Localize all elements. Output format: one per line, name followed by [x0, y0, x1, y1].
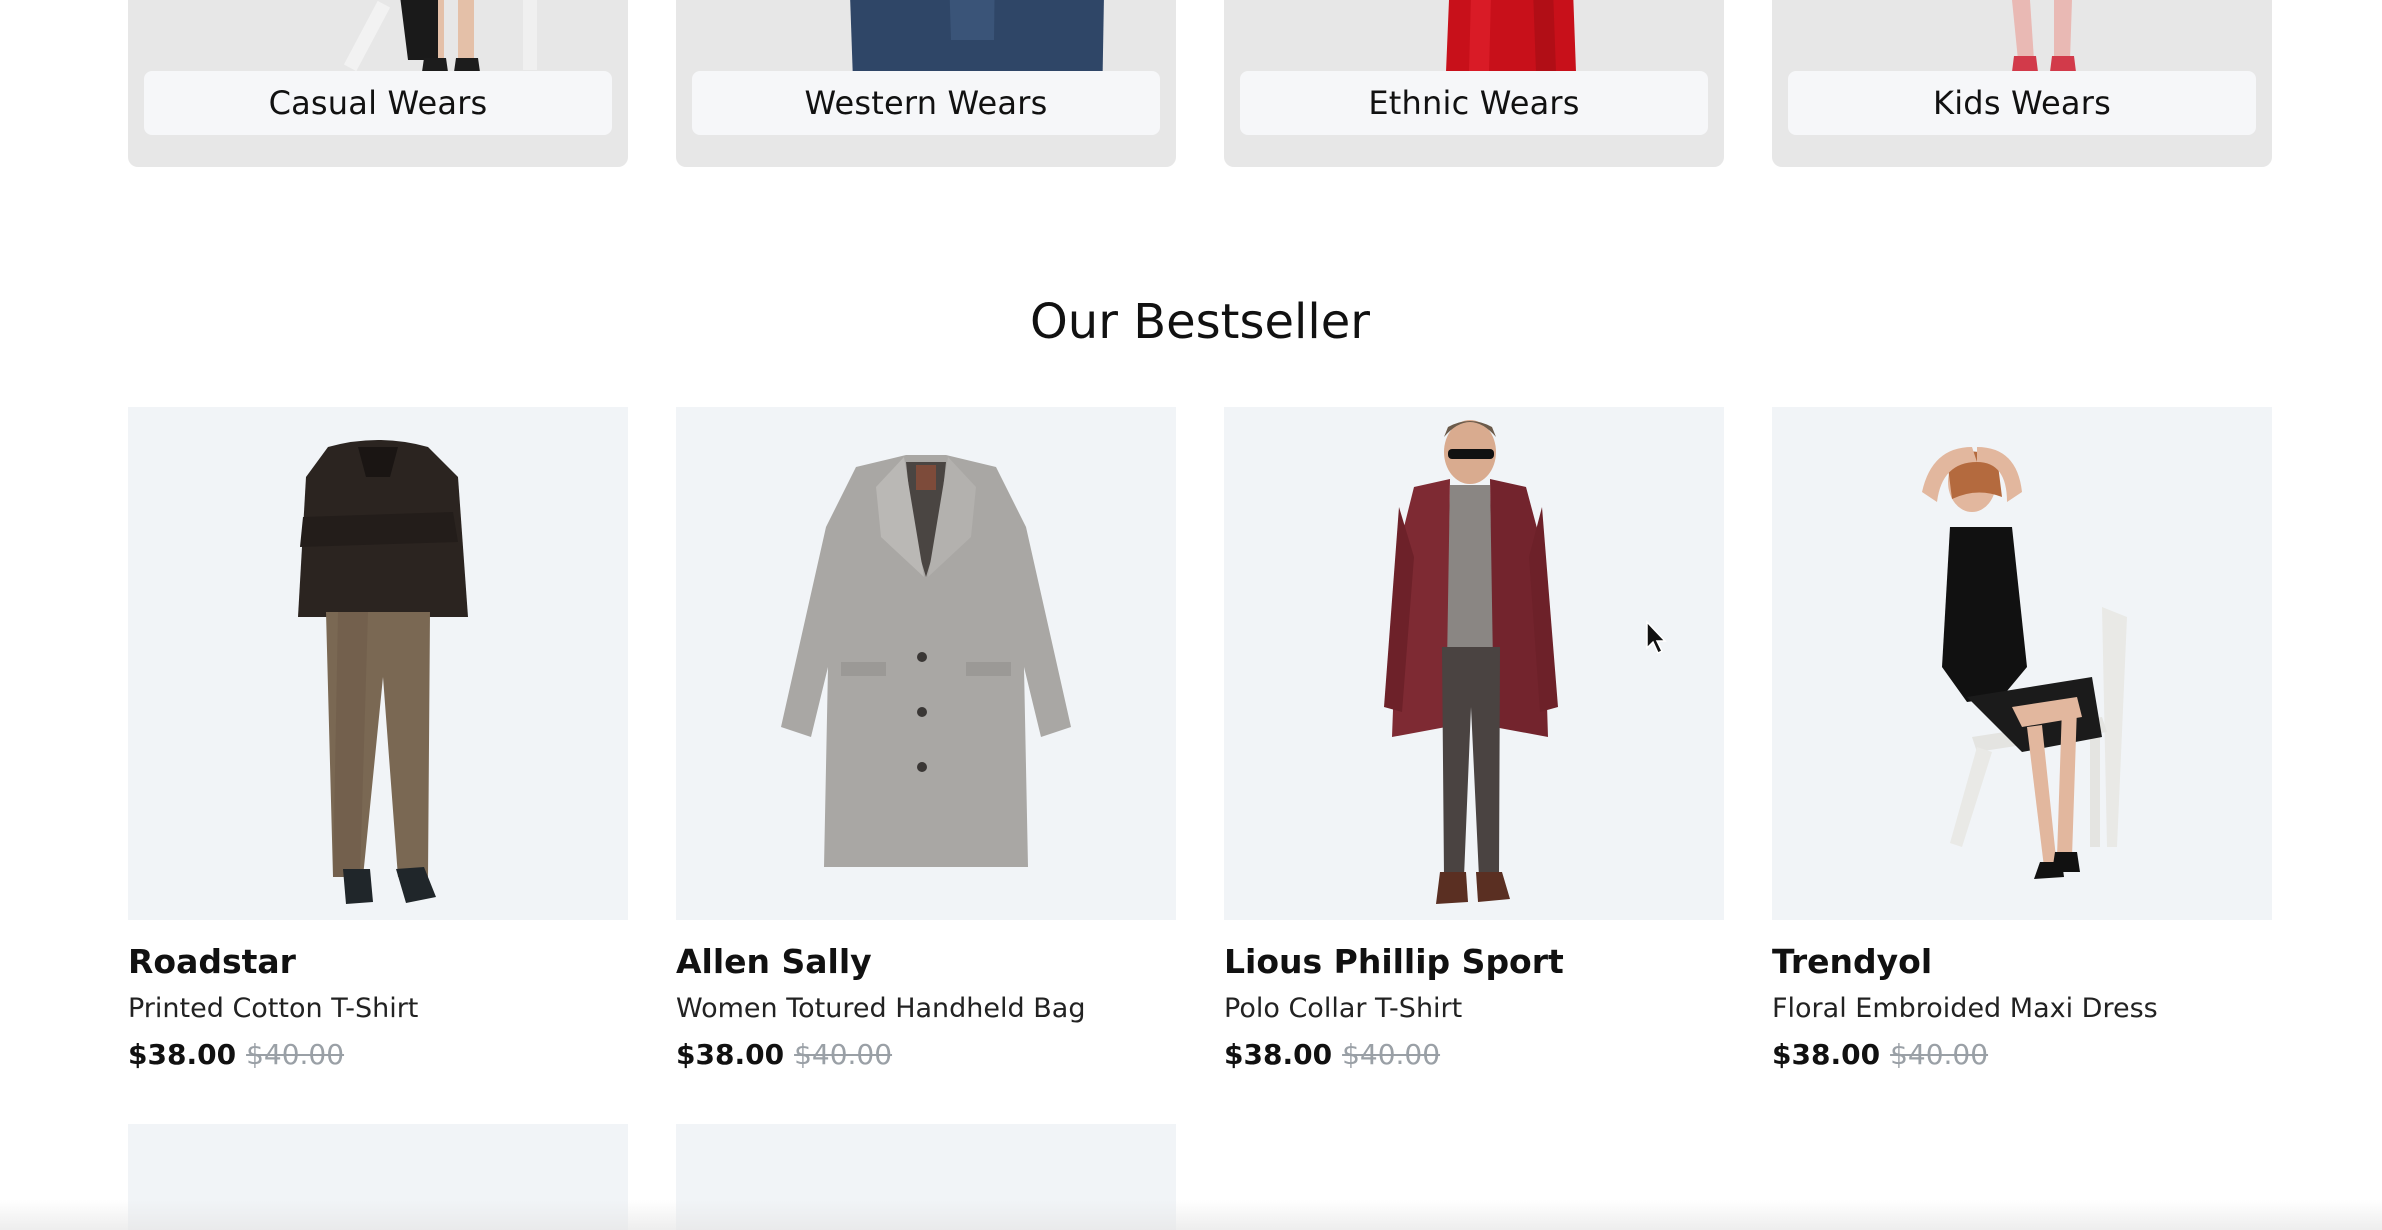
- product-brand[interactable]: Trendyol: [1772, 942, 1932, 981]
- product-card-next-row[interactable]: [128, 1124, 628, 1230]
- product-card-allen-sally[interactable]: Allen Sally Women Totured Handheld Bag $…: [676, 407, 1176, 1071]
- product-image[interactable]: [1224, 407, 1724, 920]
- product-image[interactable]: [1772, 407, 2272, 920]
- product-price: $38.00 $40.00: [128, 1038, 344, 1071]
- product-card-roadstar[interactable]: Roadstar Printed Cotton T-Shirt $38.00 $4…: [128, 407, 628, 1071]
- price-current: $38.00: [1772, 1038, 1881, 1071]
- product-card-lious-phillip-sport[interactable]: Lious Phillip Sport Polo Collar T-Shirt …: [1224, 407, 1724, 1071]
- category-image-kids: [1772, 0, 2272, 72]
- price-current: $38.00: [1224, 1038, 1333, 1071]
- price-current: $38.00: [676, 1038, 785, 1071]
- product-name[interactable]: Floral Embroided Maxi Dress: [1772, 993, 2158, 1024]
- category-card-western[interactable]: Western Wears: [676, 0, 1176, 167]
- category-image-casual: [128, 0, 628, 72]
- product-image[interactable]: [128, 407, 628, 920]
- product-card-trendyol[interactable]: Trendyol Floral Embroided Maxi Dress $38…: [1772, 407, 2272, 1071]
- category-label[interactable]: Casual Wears: [144, 71, 612, 135]
- price-current: $38.00: [128, 1038, 237, 1071]
- product-brand[interactable]: Allen Sally: [676, 942, 872, 981]
- product-name[interactable]: Printed Cotton T-Shirt: [128, 993, 418, 1024]
- category-card-ethnic[interactable]: Ethnic Wears: [1224, 0, 1724, 167]
- product-image[interactable]: [676, 407, 1176, 920]
- category-card-kids[interactable]: Kids Wears: [1772, 0, 2272, 167]
- section-title: Our Bestseller: [1030, 294, 1370, 350]
- mouse-cursor-icon: [1646, 620, 1667, 655]
- page: Casual Wears Western Wears Ethnic Wears: [0, 0, 2382, 1230]
- product-name[interactable]: Women Totured Handheld Bag: [676, 993, 1085, 1024]
- price-old: $40.00: [1342, 1038, 1441, 1071]
- category-label[interactable]: Ethnic Wears: [1240, 71, 1708, 135]
- category-label[interactable]: Kids Wears: [1788, 71, 2256, 135]
- category-card-casual[interactable]: Casual Wears: [128, 0, 628, 167]
- product-price: $38.00 $40.00: [676, 1038, 892, 1071]
- category-label[interactable]: Western Wears: [692, 71, 1160, 135]
- product-price: $38.00 $40.00: [1772, 1038, 1988, 1071]
- category-image-western: [676, 0, 1176, 72]
- price-old: $40.00: [246, 1038, 345, 1071]
- product-name[interactable]: Polo Collar T-Shirt: [1224, 993, 1462, 1024]
- category-image-ethnic: [1224, 0, 1724, 72]
- product-card-next-row[interactable]: [676, 1124, 1176, 1230]
- product-price: $38.00 $40.00: [1224, 1038, 1440, 1071]
- product-brand[interactable]: Roadstar: [128, 942, 296, 981]
- price-old: $40.00: [1890, 1038, 1989, 1071]
- price-old: $40.00: [794, 1038, 893, 1071]
- product-brand[interactable]: Lious Phillip Sport: [1224, 942, 1564, 981]
